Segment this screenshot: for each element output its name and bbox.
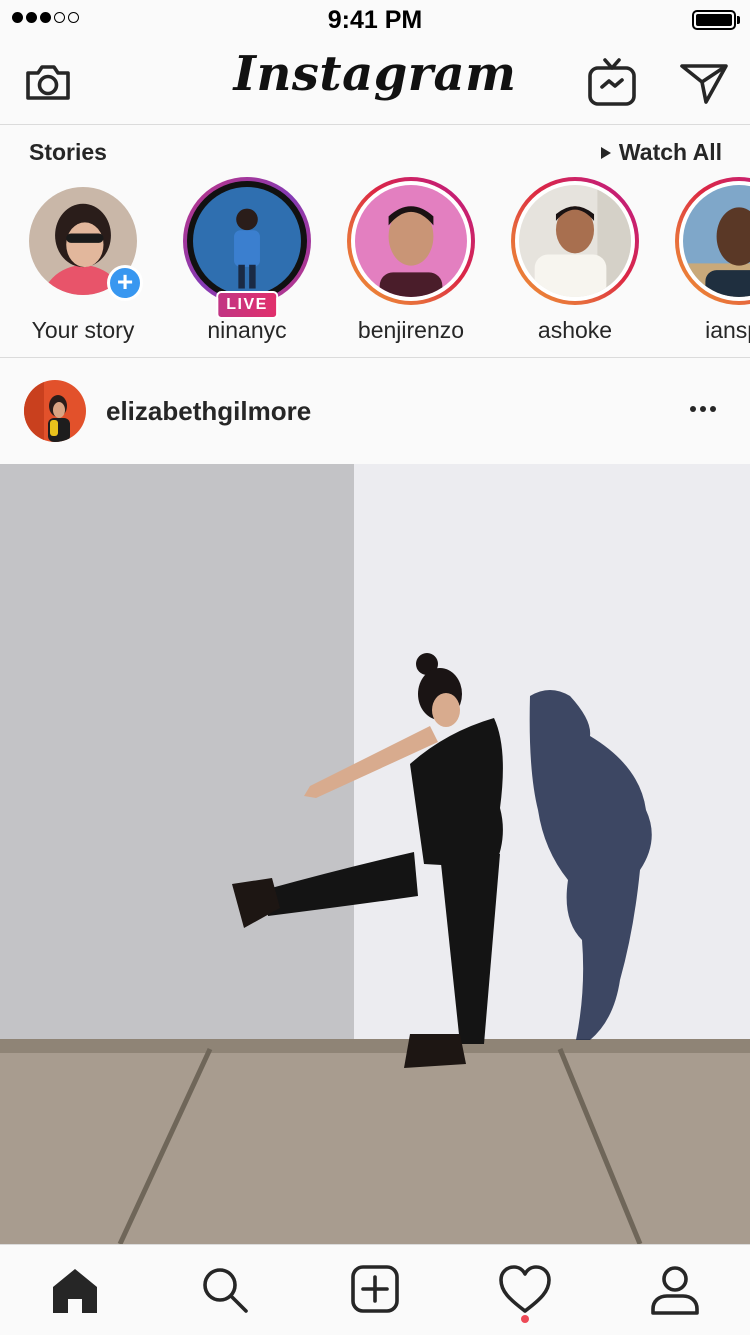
- post-header: elizabethgilmore: [0, 358, 750, 464]
- status-bar: 9:41 PM: [0, 0, 750, 40]
- post-photo[interactable]: [0, 464, 750, 1244]
- story-label: Your story: [31, 317, 135, 343]
- profile-icon[interactable]: [645, 1259, 705, 1319]
- avatar: [519, 185, 631, 297]
- avatar: [683, 185, 750, 297]
- stories-tray: Stories Watch All + Your story LIVE nina…: [0, 125, 750, 358]
- story-ashoke[interactable]: ashoke: [505, 177, 645, 344]
- story-your-story[interactable]: + Your story: [13, 177, 153, 344]
- igtv-icon[interactable]: [586, 56, 638, 108]
- battery-icon: [692, 10, 740, 30]
- more-options-icon[interactable]: [686, 402, 720, 416]
- story-benjirenzo[interactable]: benjirenzo: [341, 177, 481, 344]
- home-icon[interactable]: [45, 1259, 105, 1319]
- watch-all-label: Watch All: [618, 139, 722, 165]
- play-icon: [600, 146, 611, 159]
- status-time: 9:41 PM: [327, 6, 423, 34]
- story-label: ashoke: [537, 317, 613, 343]
- avatar: [193, 187, 301, 295]
- activity-notification-dot: [521, 1315, 529, 1323]
- story-label: ianspa: [705, 317, 750, 343]
- avatar: [355, 185, 467, 297]
- direct-message-icon[interactable]: [678, 56, 730, 108]
- search-icon[interactable]: [194, 1259, 254, 1319]
- story-ianspa[interactable]: ianspa: [669, 177, 750, 344]
- story-label: ninanyc: [207, 317, 287, 343]
- story-label: benjirenzo: [357, 317, 465, 343]
- story-ninanyc[interactable]: LIVE ninanyc: [177, 177, 317, 344]
- post-avatar[interactable]: [24, 380, 86, 442]
- activity-icon[interactable]: [495, 1259, 555, 1319]
- watch-all-button[interactable]: Watch All: [600, 139, 722, 166]
- live-badge: LIVE: [216, 291, 278, 319]
- nav-header: Instagram: [0, 40, 750, 125]
- add-story-icon[interactable]: +: [107, 265, 143, 301]
- stories-title: Stories: [29, 139, 107, 165]
- add-post-icon[interactable]: [345, 1259, 405, 1319]
- tab-bar: [0, 1244, 750, 1335]
- post-username[interactable]: elizabethgilmore: [106, 396, 311, 427]
